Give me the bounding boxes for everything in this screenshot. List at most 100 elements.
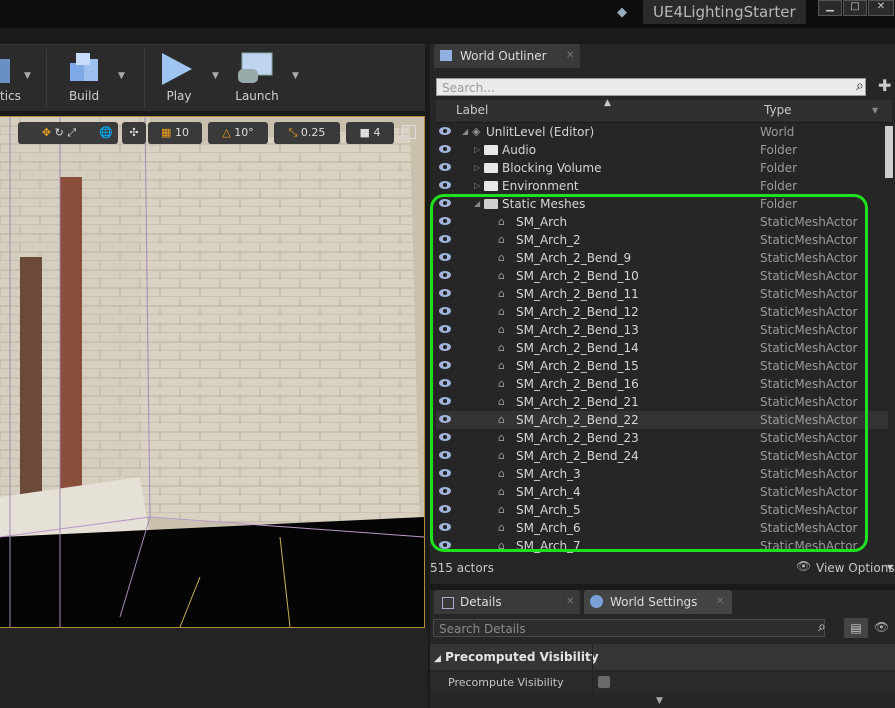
outliner-row[interactable]: ⌂ SM_Arch_7 StaticMeshActor [436,537,888,555]
build-dropdown-icon[interactable]: ▼ [118,71,125,81]
camera-speed-toggle[interactable]: ■ 4 [346,122,394,144]
visibility-eye-icon[interactable] [439,307,451,315]
outliner-row[interactable]: ⌂ SM_Arch_2_Bend_23 StaticMeshActor [436,429,888,447]
outliner-row[interactable]: ⌂ SM_Arch_2_Bend_10 StaticMeshActor [436,267,888,285]
maximize-button[interactable]: □ [843,0,867,16]
maximize-viewport-icon[interactable] [402,125,416,139]
outliner-row[interactable]: ⌂ SM_Arch_5 StaticMeshActor [436,501,888,519]
grid-snap-toggle[interactable]: ▦ 10 [148,122,202,144]
rotation-snap-toggle[interactable]: △ 10° [208,122,268,144]
visibility-eye-icon[interactable] [439,145,451,153]
visibility-eye-icon[interactable] [439,253,451,261]
outliner-row[interactable]: ⌂ SM_Arch_2_Bend_15 StaticMeshActor [436,357,888,375]
build-button[interactable]: Build [52,45,116,109]
column-label[interactable]: Label [456,103,488,117]
outliner-row[interactable]: ⌂ SM_Arch_2_Bend_12 StaticMeshActor [436,303,888,321]
sort-ascending-icon[interactable]: ▲ [604,98,611,108]
tab-world-outliner[interactable]: World Outliner ✕ [434,44,580,68]
play-button[interactable]: Play [150,45,208,109]
visibility-eye-icon[interactable] [439,235,451,243]
rotate-icon[interactable]: ↻ [55,126,64,139]
visibility-eye-icon[interactable] [439,415,451,423]
search-icon[interactable]: ⌕ [856,78,864,94]
visibility-eye-icon[interactable] [439,505,451,513]
level-viewport[interactable]: ✥ ↻ ⤢ 🌐 ✣ ▦ 10 △ 10° ⤡ 0.25 ■ 4 [0,116,425,628]
outliner-row[interactable]: ◢ ◈ UnlitLevel (Editor) World [436,123,888,141]
outliner-row[interactable]: ⌂ SM_Arch_6 StaticMeshActor [436,519,888,537]
translate-icon[interactable]: ✥ [42,126,51,139]
statistics-button[interactable]: tics [0,45,22,109]
column-options-icon[interactable]: ▼ [872,106,878,115]
visibility-eye-icon[interactable] [439,289,451,297]
visibility-eye-icon[interactable] [439,343,451,351]
close-tab-icon[interactable]: ✕ [566,590,574,614]
add-filter-icon[interactable]: ✚ [878,76,891,95]
visibility-eye-icon[interactable] [439,325,451,333]
visibility-eye-icon[interactable]: 👁 [874,620,889,634]
outliner-search-input[interactable]: Search... [436,78,866,96]
visibility-eye-icon[interactable] [439,433,451,441]
close-tab-icon[interactable]: ✕ [566,44,574,68]
view-options-dropdown-icon[interactable]: ▼ [887,563,893,572]
outliner-row[interactable]: ▷ Blocking Volume Folder [436,159,888,177]
visibility-eye-icon[interactable] [439,451,451,459]
precompute-visibility-checkbox[interactable] [598,676,610,688]
outliner-row[interactable]: ⌂ SM_Arch_2_Bend_13 StaticMeshActor [436,321,888,339]
outliner-scrollbar[interactable] [885,126,893,178]
visibility-eye-icon[interactable] [439,469,451,477]
grid-snap-value[interactable]: 10 [175,126,189,139]
outliner-row[interactable]: ⌂ SM_Arch_2 StaticMeshActor [436,231,888,249]
minimize-button[interactable]: ▁ [818,0,842,16]
scale-snap-toggle[interactable]: ⤡ 0.25 [274,122,340,144]
visibility-eye-icon[interactable] [439,523,451,531]
outliner-row[interactable]: ⌂ SM_Arch_2_Bend_11 StaticMeshActor [436,285,888,303]
outliner-row[interactable]: ⌂ SM_Arch_3 StaticMeshActor [436,465,888,483]
visibility-eye-icon[interactable] [439,361,451,369]
expand-arrow-icon[interactable]: ▷ [474,177,480,195]
visibility-eye-icon[interactable] [439,199,451,207]
scroll-down-icon[interactable]: ▼ [656,696,663,706]
statistics-dropdown-icon[interactable]: ▼ [24,71,31,81]
search-icon[interactable]: ⌕ [818,619,826,635]
visibility-eye-icon[interactable] [439,271,451,279]
tab-details[interactable]: Details ✕ [434,590,580,614]
visibility-eye-icon[interactable] [439,181,451,189]
visibility-eye-icon[interactable] [439,487,451,495]
collapse-arrow-icon[interactable]: ◢ [462,123,468,141]
launch-dropdown-icon[interactable]: ▼ [292,71,299,81]
world-local-icon[interactable]: 🌐 [94,122,118,144]
outliner-row[interactable]: ▷ Environment Folder [436,177,888,195]
play-dropdown-icon[interactable]: ▼ [212,71,219,81]
rotation-snap-value[interactable]: 10° [234,126,254,139]
camera-speed-value[interactable]: 4 [373,126,380,139]
outliner-row[interactable]: ▷ Audio Folder [436,141,888,159]
outliner-row[interactable]: ⌂ SM_Arch_2_Bend_14 StaticMeshActor [436,339,888,357]
property-matrix-icon[interactable]: ▤ [844,618,868,638]
launch-button[interactable]: Launch [228,45,286,109]
visibility-eye-icon[interactable] [439,397,451,405]
visibility-eye-icon[interactable] [439,217,451,225]
outliner-row[interactable]: ⌂ SM_Arch_2_Bend_16 StaticMeshActor [436,375,888,393]
column-type[interactable]: Type [764,103,792,117]
visibility-eye-icon[interactable] [439,541,451,549]
surface-snap-icon[interactable]: ✣ [122,122,146,144]
tab-world-settings[interactable]: World Settings ✕ [584,590,732,614]
transform-tools-group[interactable]: ✥ ↻ ⤢ [18,122,100,144]
expand-arrow-icon[interactable]: ▷ [474,159,480,177]
outliner-row[interactable]: ⌂ SM_Arch_4 StaticMeshActor [436,483,888,501]
outliner-row[interactable]: ⌂ SM_Arch_2_Bend_21 StaticMeshActor [436,393,888,411]
category-precomputed-visibility[interactable]: ◢ Precomputed Visibility [430,644,895,670]
collapse-arrow-icon[interactable]: ◢ [474,195,480,213]
view-options-button[interactable]: View Options [816,561,895,575]
outliner-row[interactable]: ⌂ SM_Arch StaticMeshActor [436,213,888,231]
outliner-row[interactable]: ⌂ SM_Arch_2_Bend_22 StaticMeshActor [436,411,888,429]
expand-arrow-icon[interactable]: ▷ [474,141,480,159]
view-options-eye-icon[interactable]: 👁 [796,559,811,573]
details-search-input[interactable]: Search Details [433,619,825,637]
visibility-eye-icon[interactable] [439,379,451,387]
visibility-eye-icon[interactable] [439,127,451,135]
scale-icon[interactable]: ⤢ [67,126,76,139]
outliner-row[interactable]: ⌂ SM_Arch_2_Bend_9 StaticMeshActor [436,249,888,267]
outliner-row[interactable]: ◢ Static Meshes Folder [436,195,888,213]
close-window-button[interactable]: ✕ [868,0,894,16]
